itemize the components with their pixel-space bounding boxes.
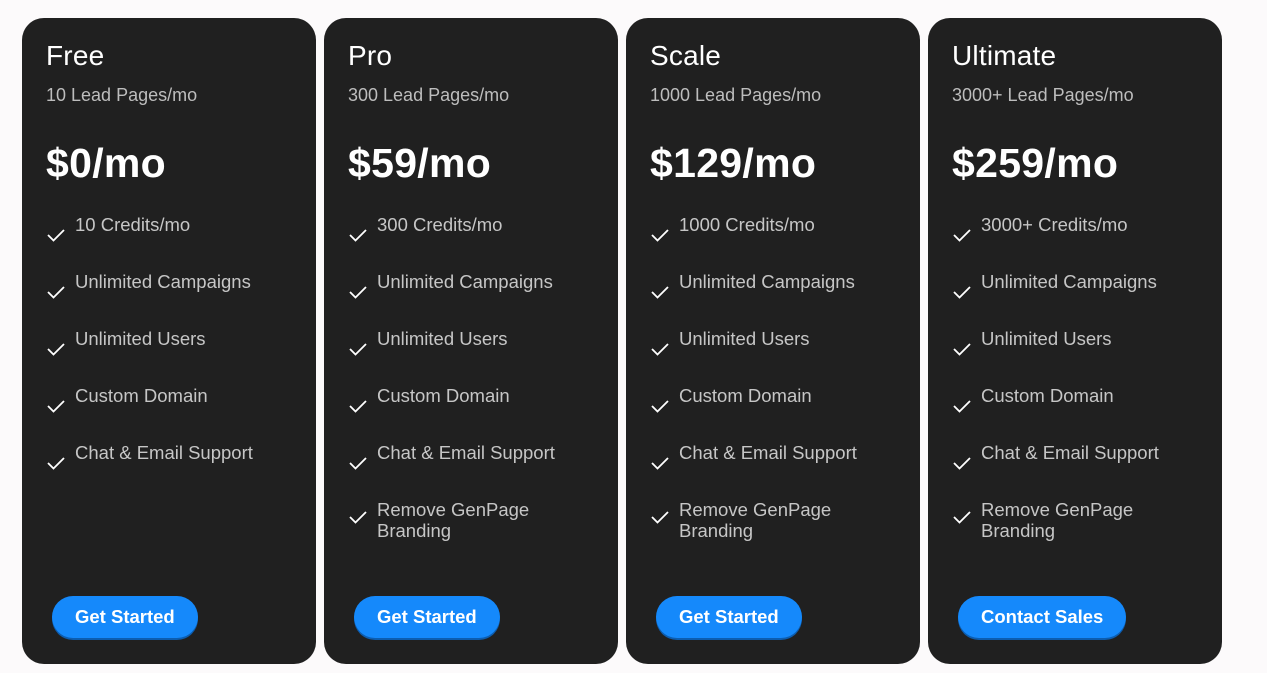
feature-label: Remove GenPage Branding <box>981 499 1134 541</box>
feature-item: Unlimited Campaigns <box>648 271 908 328</box>
check-icon <box>349 229 367 242</box>
feature-item: Unlimited Users <box>648 328 908 385</box>
feature-item: Custom Domain <box>346 385 606 442</box>
check-icon <box>47 343 65 356</box>
check-icon <box>651 229 669 242</box>
feature-item: 3000+ Credits/mo <box>950 214 1210 271</box>
feature-item: Remove GenPage Branding <box>648 499 908 559</box>
feature-item: Chat & Email Support <box>346 442 606 499</box>
get-started-button[interactable]: Get Started <box>656 596 802 638</box>
check-icon <box>953 343 971 356</box>
check-icon <box>953 286 971 299</box>
pricing-card-pro: Pro 300 Lead Pages/mo $59/mo 300 Credits/mo… <box>324 18 618 664</box>
check-icon <box>47 400 65 413</box>
plan-quota: 3000+ Lead Pages/mo <box>952 85 1134 105</box>
feature-label: Custom Domain <box>377 385 510 406</box>
feature-label: Chat & Email Support <box>377 442 555 463</box>
feature-label: Unlimited Users <box>75 328 206 349</box>
feature-item: Custom Domain <box>950 385 1210 442</box>
check-icon <box>47 229 65 242</box>
pricing-card-scale: Scale 1000 Lead Pages/mo $129/mo 1000 Credi… <box>626 18 920 664</box>
feature-item: Unlimited Users <box>44 328 304 385</box>
feature-item: Chat & Email Support <box>648 442 908 499</box>
feature-item: Unlimited Campaigns <box>950 271 1210 328</box>
check-icon <box>651 286 669 299</box>
feature-label: Unlimited Users <box>981 328 1112 349</box>
feature-label: Unlimited Campaigns <box>75 271 251 292</box>
plan-name: Free <box>46 40 105 71</box>
feature-label: Chat & Email Support <box>75 442 253 463</box>
check-icon <box>47 286 65 299</box>
check-icon <box>349 343 367 356</box>
check-icon <box>651 343 669 356</box>
check-icon <box>953 457 971 470</box>
get-started-button[interactable]: Get Started <box>354 596 500 638</box>
plan-quota: 10 Lead Pages/mo <box>46 85 198 105</box>
get-started-button[interactable]: Get Started <box>52 596 198 638</box>
pricing-card-free: Free 10 Lead Pages/mo $0/mo 10 Credits/mo Un… <box>22 18 316 664</box>
feature-label: Unlimited Users <box>679 328 810 349</box>
check-icon <box>47 457 65 470</box>
feature-item: Chat & Email Support <box>950 442 1210 499</box>
check-icon <box>651 511 669 524</box>
feature-list: 3000+ Credits/mo Unlimited Campaigns Unlim… <box>950 214 1210 559</box>
plan-name: Pro <box>348 40 393 71</box>
contact-sales-button[interactable]: Contact Sales <box>958 596 1127 638</box>
feature-item: Chat & Email Support <box>44 442 304 499</box>
feature-list: 10 Credits/mo Unlimited Campaigns Unlimite… <box>44 214 304 499</box>
feature-label: Custom Domain <box>981 385 1114 406</box>
feature-item: Unlimited Campaigns <box>346 271 606 328</box>
feature-item: Unlimited Users <box>346 328 606 385</box>
plan-name: Ultimate <box>952 40 1057 71</box>
feature-item: Custom Domain <box>648 385 908 442</box>
check-icon <box>349 511 367 524</box>
pricing-card-ultimate: Ultimate 3000+ Lead Pages/mo $259/mo 3000+ … <box>928 18 1222 664</box>
check-icon <box>651 400 669 413</box>
plan-price: $59/mo <box>348 140 492 186</box>
feature-label: Chat & Email Support <box>981 442 1159 463</box>
plan-price: $0/mo <box>46 140 166 186</box>
feature-label: Unlimited Users <box>377 328 508 349</box>
feature-label: 3000+ Credits/mo <box>981 214 1128 235</box>
plan-name: Scale <box>650 40 722 71</box>
feature-item: Unlimited Users <box>950 328 1210 385</box>
feature-label: 10 Credits/mo <box>75 214 191 235</box>
check-icon <box>349 286 367 299</box>
feature-item: 10 Credits/mo <box>44 214 304 271</box>
check-icon <box>953 400 971 413</box>
check-icon <box>651 457 669 470</box>
feature-list: 300 Credits/mo Unlimited Campaigns Unlimit… <box>346 214 606 559</box>
plan-price: $129/mo <box>650 140 817 186</box>
feature-label: 1000 Credits/mo <box>679 214 815 235</box>
check-icon <box>953 511 971 524</box>
feature-label: Chat & Email Support <box>679 442 857 463</box>
feature-label: Remove GenPage Branding <box>377 499 530 541</box>
feature-item: Custom Domain <box>44 385 304 442</box>
plan-quota: 1000 Lead Pages/mo <box>650 85 822 105</box>
feature-item: Unlimited Campaigns <box>44 271 304 328</box>
feature-label: Custom Domain <box>75 385 208 406</box>
check-icon <box>349 400 367 413</box>
feature-item: Remove GenPage Branding <box>346 499 606 559</box>
feature-list: 1000 Credits/mo Unlimited Campaigns Unlimi… <box>648 214 908 559</box>
feature-label: Remove GenPage Branding <box>679 499 832 541</box>
feature-label: 300 Credits/mo <box>377 214 503 235</box>
feature-item: Remove GenPage Branding <box>950 499 1210 559</box>
feature-label: Unlimited Campaigns <box>981 271 1157 292</box>
check-icon <box>349 457 367 470</box>
feature-label: Unlimited Campaigns <box>679 271 855 292</box>
plan-price: $259/mo <box>952 140 1119 186</box>
feature-item: 300 Credits/mo <box>346 214 606 271</box>
feature-item: 1000 Credits/mo <box>648 214 908 271</box>
feature-label: Custom Domain <box>679 385 812 406</box>
plan-quota: 300 Lead Pages/mo <box>348 85 510 105</box>
feature-label: Unlimited Campaigns <box>377 271 553 292</box>
check-icon <box>953 229 971 242</box>
